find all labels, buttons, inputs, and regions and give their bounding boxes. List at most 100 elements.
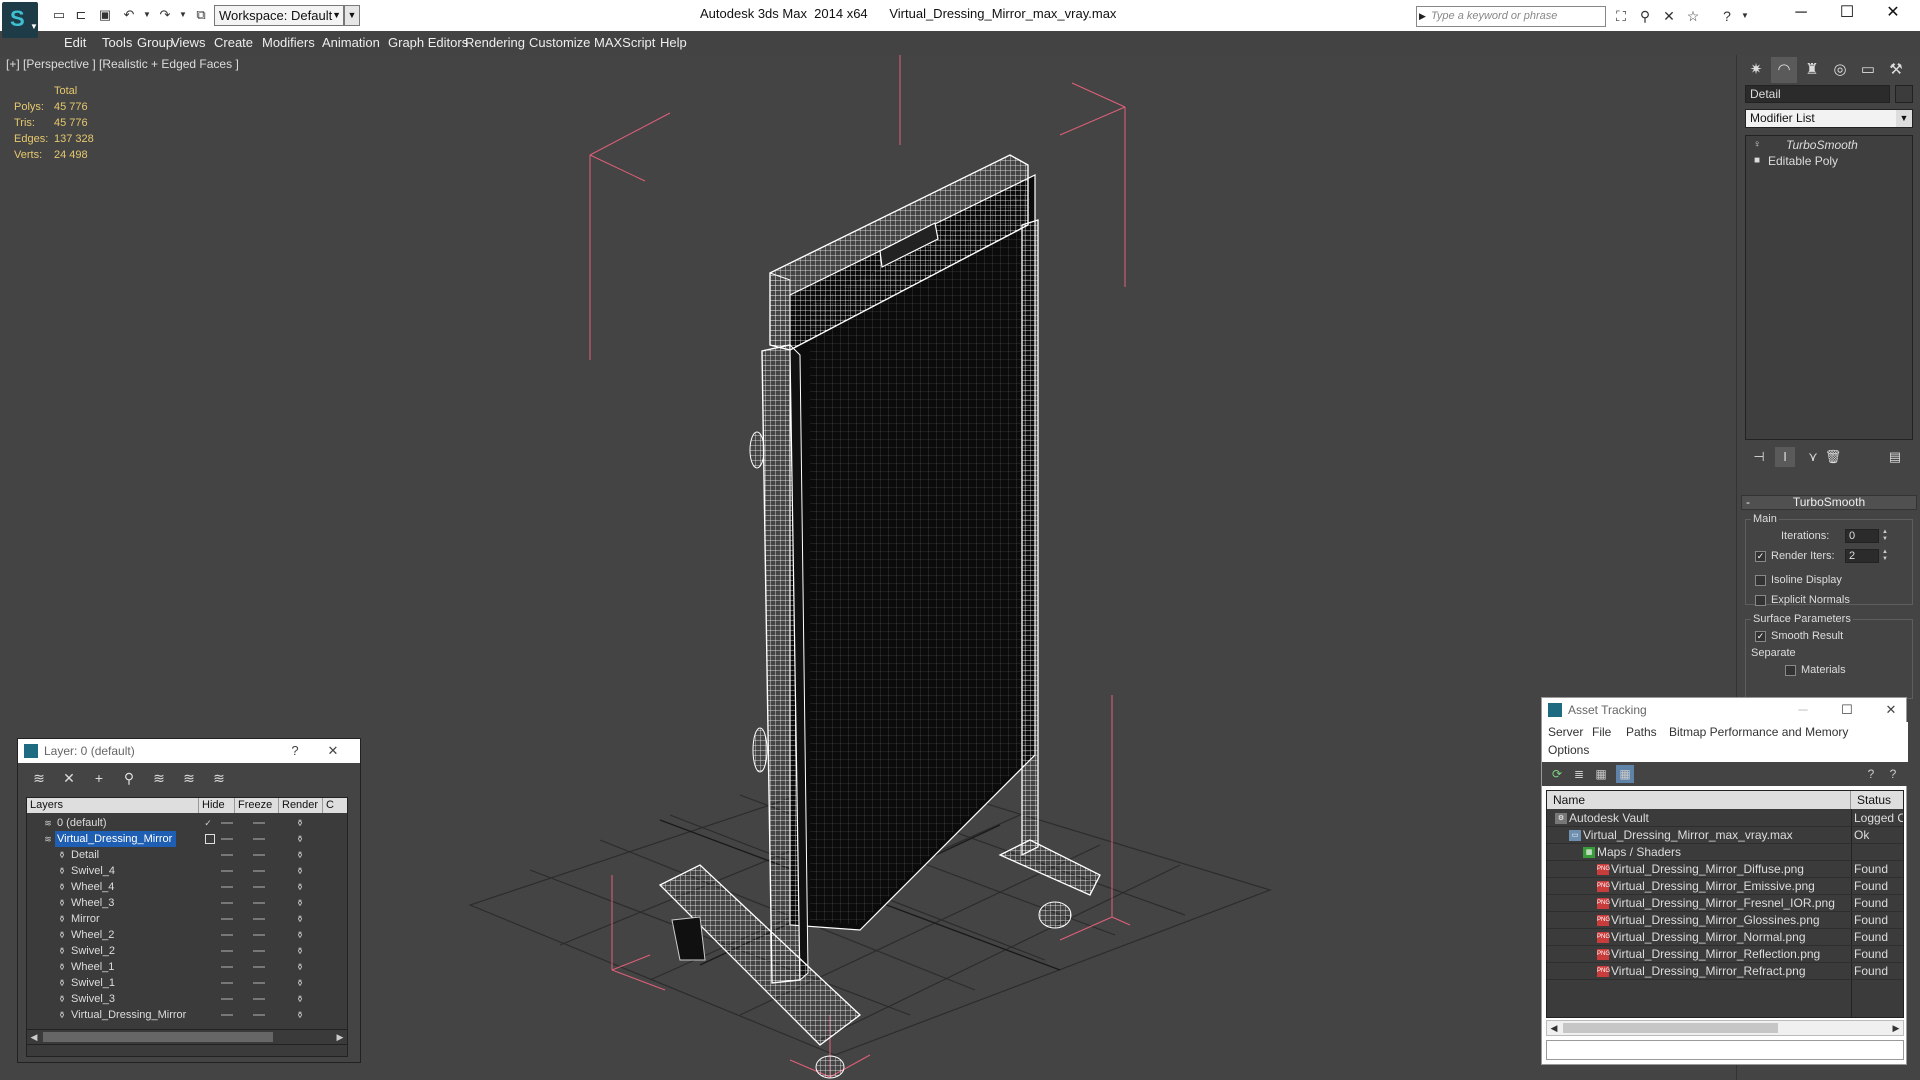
rollout-header[interactable]: - TurboSmooth	[1741, 495, 1917, 510]
add-to-layer-icon[interactable]: +	[88, 767, 110, 789]
col-hide[interactable]: Hide	[199, 798, 235, 813]
current-layer-check-icon[interactable]: ✓	[203, 818, 213, 828]
layer-row-name[interactable]: Swivel_4	[69, 863, 119, 879]
freeze-toggle[interactable]	[253, 918, 265, 920]
layer-row[interactable]: ≋ 0 (default) ✓ ⚱	[27, 815, 347, 831]
object-color-swatch[interactable]	[1895, 85, 1913, 103]
freeze-toggle[interactable]	[253, 886, 265, 888]
lightbulb-icon[interactable]: ♀	[1752, 139, 1762, 151]
layer-row-name[interactable]: Virtual_Dressing_Mirror	[69, 1007, 190, 1023]
minimize-icon[interactable]: ─	[1778, 0, 1824, 31]
help-dropdown-icon[interactable]: ▼	[1736, 7, 1754, 25]
make-current-box-icon[interactable]	[205, 834, 215, 844]
freeze-toggle[interactable]	[253, 838, 265, 840]
modify-tab-icon[interactable]: ◠	[1771, 57, 1797, 83]
asset-row[interactable]: PNG Virtual_Dressing_Mirror_Reflection.pn…	[1547, 946, 1903, 963]
new-file-icon[interactable]: ▭	[50, 6, 68, 24]
hide-toggle[interactable]	[221, 886, 233, 888]
asset-row[interactable]: PNG Virtual_Dressing_Mirror_Fresnel_IOR.p…	[1547, 895, 1903, 912]
menu-graph-editors[interactable]: Graph Editors	[388, 31, 468, 55]
binoculars-icon[interactable]: ⛶	[1612, 7, 1630, 25]
hide-toggle[interactable]	[221, 822, 233, 824]
menu-file[interactable]: File	[1592, 725, 1611, 739]
undo-dropdown-icon[interactable]: ▼	[138, 6, 156, 24]
app-logo-button[interactable]: S ▼	[2, 2, 38, 38]
hide-toggle[interactable]	[221, 934, 233, 936]
render-toggle-icon[interactable]: ⚱	[295, 898, 305, 908]
object-row[interactable]: ⚱ Wheel_1 ⚱	[27, 959, 347, 975]
freeze-toggle[interactable]	[253, 982, 265, 984]
subscription-icon[interactable]: ⚲	[1636, 7, 1654, 25]
scroll-right-icon[interactable]: ▶	[333, 1030, 347, 1044]
workspace-menu-button[interactable]: ▼	[344, 5, 360, 26]
col-status[interactable]: Status	[1851, 791, 1903, 809]
display-tab-icon[interactable]: ▭	[1855, 57, 1881, 83]
freeze-toggle[interactable]	[253, 966, 265, 968]
hide-toggle[interactable]	[221, 918, 233, 920]
object-row[interactable]: ⚱ Swivel_1 ⚱	[27, 975, 347, 991]
layer-row-name[interactable]: Wheel_2	[69, 927, 118, 943]
hide-toggle[interactable]	[221, 1014, 233, 1016]
freeze-toggle[interactable]	[253, 934, 265, 936]
render-toggle-icon[interactable]: ⚱	[295, 834, 305, 844]
open-file-icon[interactable]: ⊏	[72, 6, 90, 24]
col-color[interactable]: C	[323, 798, 347, 813]
render-toggle-icon[interactable]: ⚱	[295, 850, 305, 860]
layer-row-name[interactable]: Wheel_1	[69, 959, 118, 975]
object-row[interactable]: ⚱ Wheel_2 ⚱	[27, 927, 347, 943]
object-row[interactable]: ⚱ Wheel_3 ⚱	[27, 895, 347, 911]
explicit-normals-checkbox[interactable]	[1755, 595, 1766, 606]
asset-horizontal-scrollbar[interactable]: ◀ ▶	[1546, 1020, 1904, 1036]
hide-toggle[interactable]	[221, 854, 233, 856]
layer-row-name[interactable]: Detail	[69, 847, 103, 863]
help-icon[interactable]: ?	[1718, 7, 1736, 25]
favorites-star-icon[interactable]: ☆	[1684, 7, 1702, 25]
make-unique-icon[interactable]: ⋎	[1803, 447, 1823, 467]
layer-row-name[interactable]: Mirror	[69, 911, 104, 927]
col-freeze[interactable]: Freeze	[235, 798, 279, 813]
col-name[interactable]: Name	[1547, 791, 1851, 809]
menu-views[interactable]: Views	[171, 31, 205, 55]
layer-row-name[interactable]: Swivel_1	[69, 975, 119, 991]
motion-tab-icon[interactable]: ◎	[1827, 57, 1853, 83]
redo-icon[interactable]: ↷	[156, 6, 174, 24]
workspace-select[interactable]: Workspace: Default ▼	[214, 5, 344, 26]
render-toggle-icon[interactable]: ⚱	[295, 994, 305, 1004]
object-row[interactable]: ⚱ Detail ⚱	[27, 847, 347, 863]
render-toggle-icon[interactable]: ⚱	[295, 882, 305, 892]
freeze-toggle[interactable]	[253, 854, 265, 856]
hide-all-layers-icon[interactable]: ≋	[178, 767, 200, 789]
layer-window-titlebar[interactable]: Layer: 0 (default) ? ✕	[18, 739, 360, 763]
close-icon[interactable]: ✕	[1876, 698, 1906, 722]
create-tab-icon[interactable]: ✷	[1743, 57, 1769, 83]
expand-plus-icon[interactable]: ■	[1752, 155, 1762, 167]
hierarchy-tab-icon[interactable]: ♜	[1799, 57, 1825, 83]
menu-edit[interactable]: Edit	[64, 31, 86, 55]
isoline-display-checkbox[interactable]	[1755, 575, 1766, 586]
asset-row[interactable]: ▦ Maps / Shaders	[1547, 844, 1903, 861]
hide-toggle[interactable]	[221, 998, 233, 1000]
layer-row-name[interactable]: Swivel_2	[69, 943, 119, 959]
layer-row-name[interactable]: Swivel_3	[69, 991, 119, 1007]
spinner-arrows-icon[interactable]: ▲ ▼	[1881, 549, 1889, 563]
viewport-label[interactable]: [+] [Perspective ] [Realistic + Edged Fa…	[6, 57, 239, 71]
render-toggle-icon[interactable]: ⚱	[295, 962, 305, 972]
render-toggle-icon[interactable]: ⚱	[295, 930, 305, 940]
render-toggle-icon[interactable]: ⚱	[295, 978, 305, 988]
modifier-list-select[interactable]: Modifier List ▼	[1745, 109, 1913, 128]
save-file-icon[interactable]: ▣	[96, 6, 114, 24]
undo-icon[interactable]: ↶	[120, 6, 138, 24]
scroll-left-icon[interactable]: ◀	[27, 1030, 41, 1044]
layer-row-name[interactable]: Wheel_4	[69, 879, 118, 895]
object-row[interactable]: ⚱ Swivel_2 ⚱	[27, 943, 347, 959]
help-icon[interactable]: ?	[280, 739, 310, 763]
object-row[interactable]: ⚱ Wheel_4 ⚱	[27, 879, 347, 895]
hide-toggle[interactable]	[221, 902, 233, 904]
menu-maxscript[interactable]: MAXScript	[594, 31, 655, 55]
hide-toggle[interactable]	[221, 982, 233, 984]
communication-icon[interactable]: ✕	[1660, 7, 1678, 25]
table-view-icon[interactable]: ▦	[1616, 765, 1634, 783]
menu-tools[interactable]: Tools	[102, 31, 132, 55]
maximize-icon[interactable]: ☐	[1824, 0, 1870, 31]
menu-help[interactable]: Help	[660, 31, 687, 55]
